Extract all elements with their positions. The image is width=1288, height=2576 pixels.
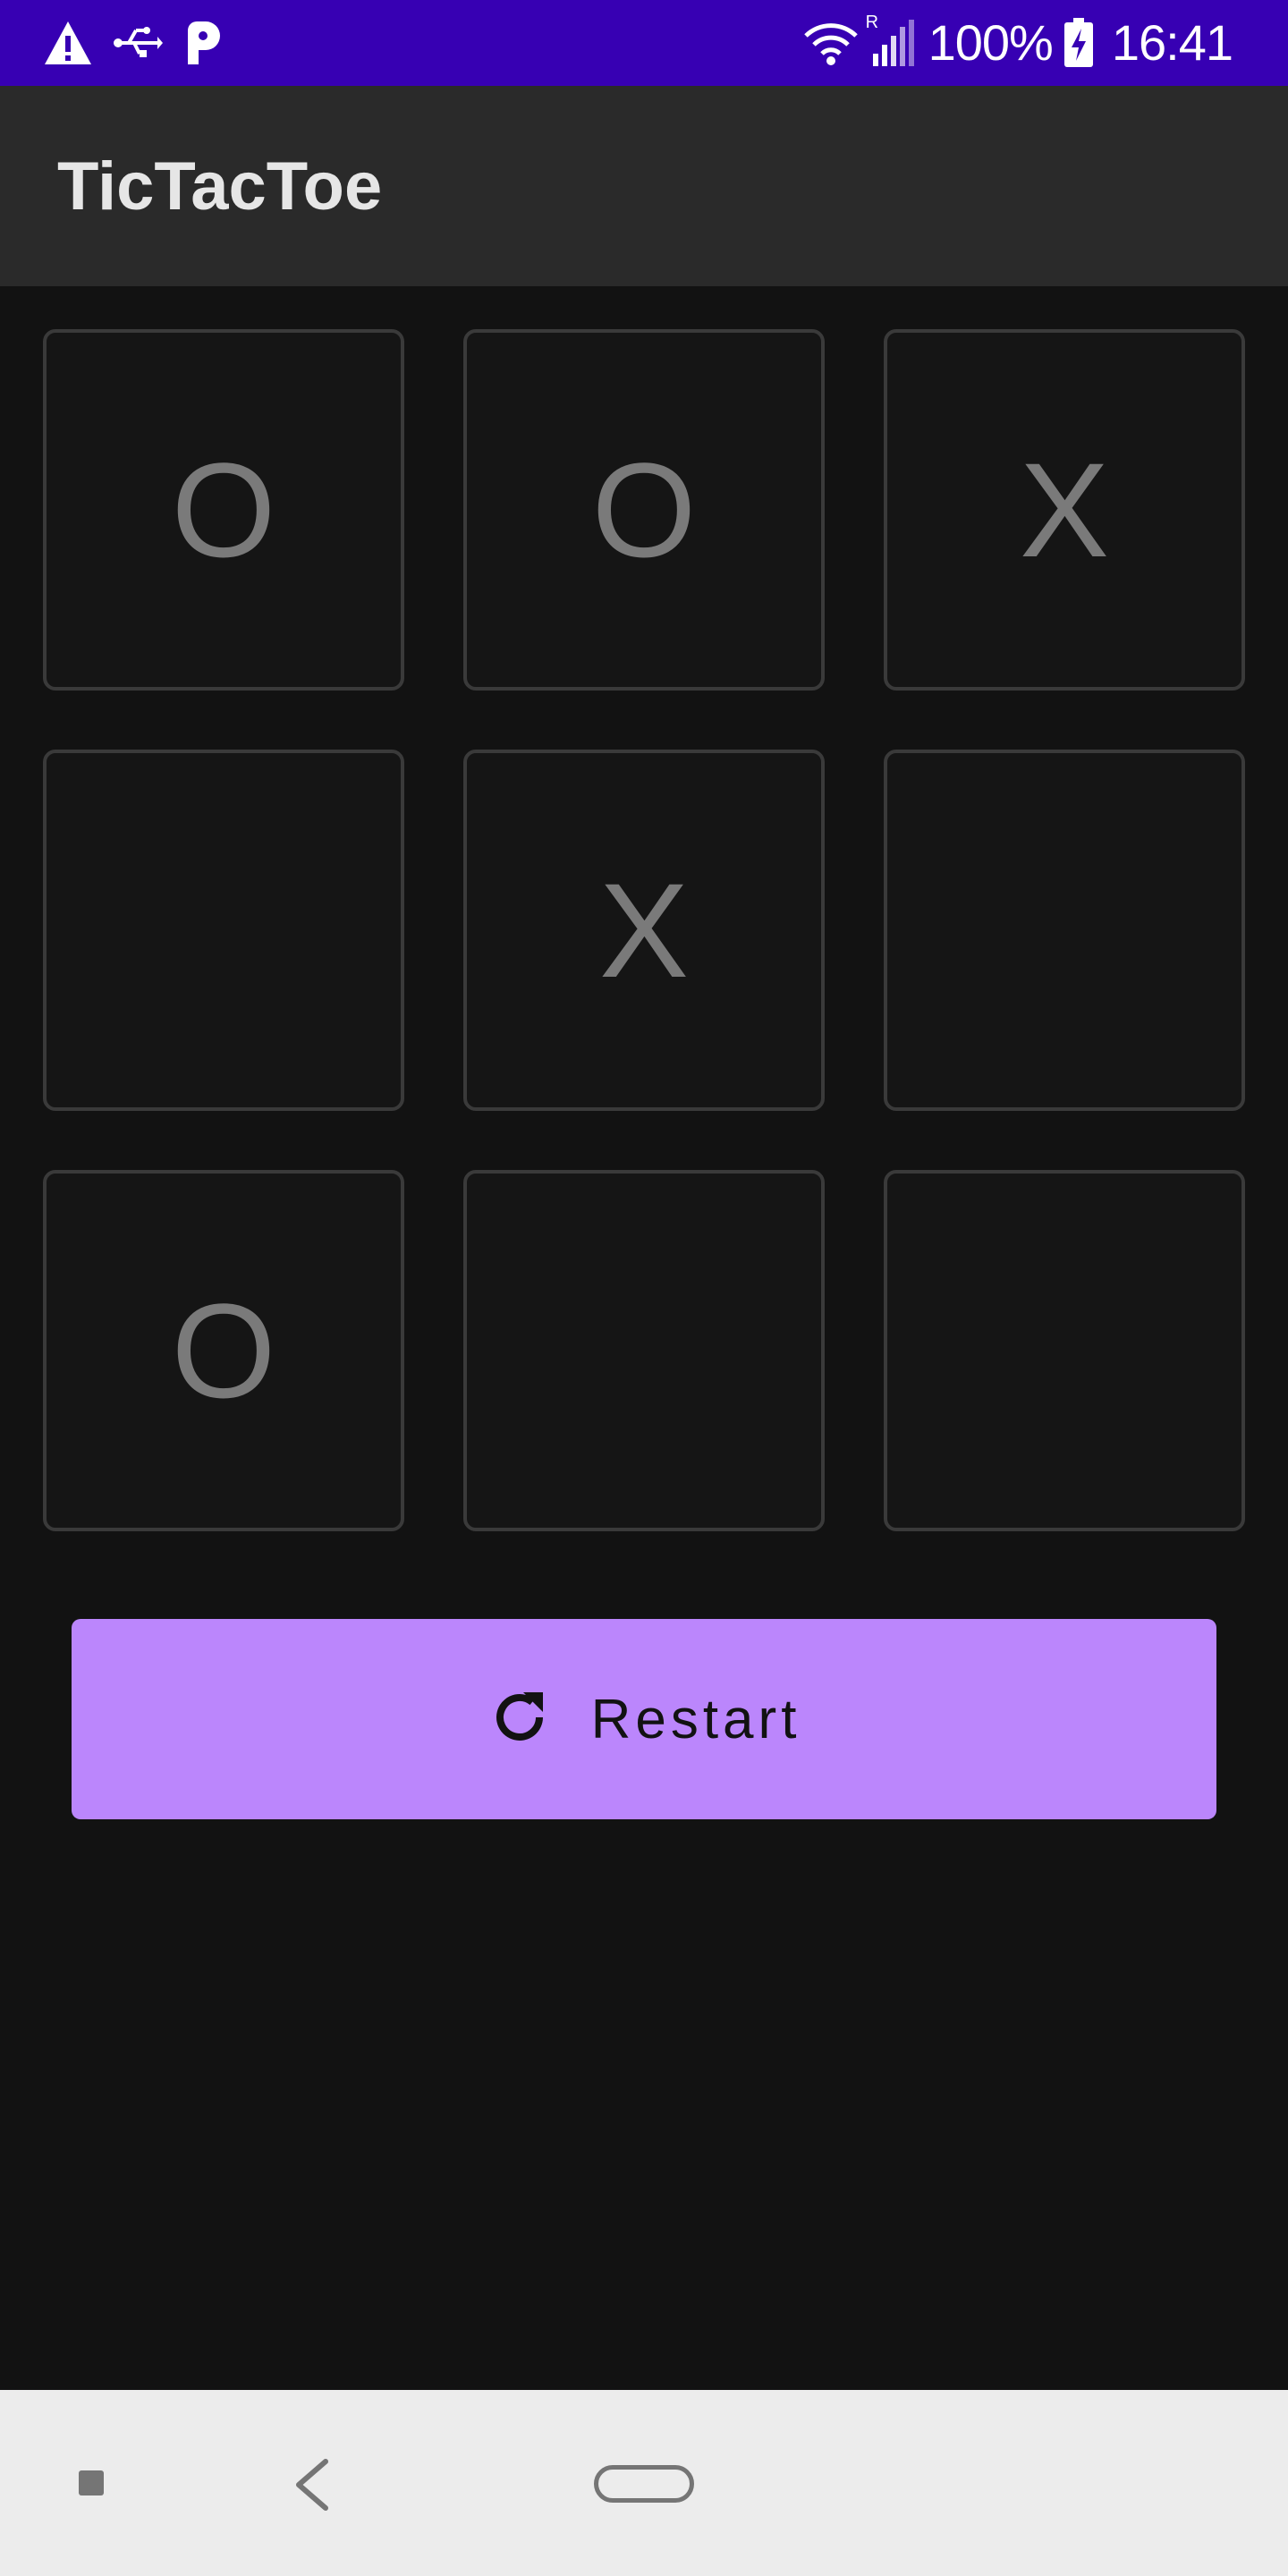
board-cell-4[interactable]: X xyxy=(463,750,825,1111)
usb-icon xyxy=(113,23,163,63)
status-left-icons xyxy=(43,16,222,70)
status-bar: R 100% 16:41 xyxy=(0,0,1288,86)
home-pill-icon[interactable] xyxy=(594,2465,694,2503)
status-right-icons: R 100% 16:41 xyxy=(803,13,1233,73)
board-cell-7[interactable] xyxy=(463,1170,825,1531)
restart-label: Restart xyxy=(590,1688,801,1750)
warning-icon xyxy=(43,20,93,66)
board-cell-5[interactable] xyxy=(884,750,1245,1111)
app-bar: TicTacToe xyxy=(0,86,1288,286)
wifi-icon xyxy=(803,20,859,66)
board-cell-6[interactable]: O xyxy=(43,1170,404,1531)
app-title: TicTacToe xyxy=(57,148,383,225)
refresh-icon xyxy=(487,1685,552,1754)
battery-percent: 100% xyxy=(928,14,1054,71)
screen: R 100% 16:41 TicTacToe O O X X O Restart xyxy=(0,0,1288,2576)
game-board: O O X X O xyxy=(43,329,1245,1531)
recents-square-icon[interactable] xyxy=(79,2470,104,2496)
board-cell-8[interactable] xyxy=(884,1170,1245,1531)
clock: 16:41 xyxy=(1111,14,1233,71)
signal-icon: R xyxy=(866,13,918,68)
board-cell-0[interactable]: O xyxy=(43,329,404,691)
roaming-indicator: R xyxy=(865,13,879,32)
board-cell-2[interactable]: X xyxy=(884,329,1245,691)
board-cell-1[interactable]: O xyxy=(463,329,825,691)
board-cell-3[interactable] xyxy=(43,750,404,1111)
back-chevron-icon[interactable] xyxy=(292,2458,331,2516)
restart-button[interactable]: Restart xyxy=(72,1619,1216,1819)
parking-icon xyxy=(182,20,222,66)
battery-charging-icon xyxy=(1063,18,1094,68)
